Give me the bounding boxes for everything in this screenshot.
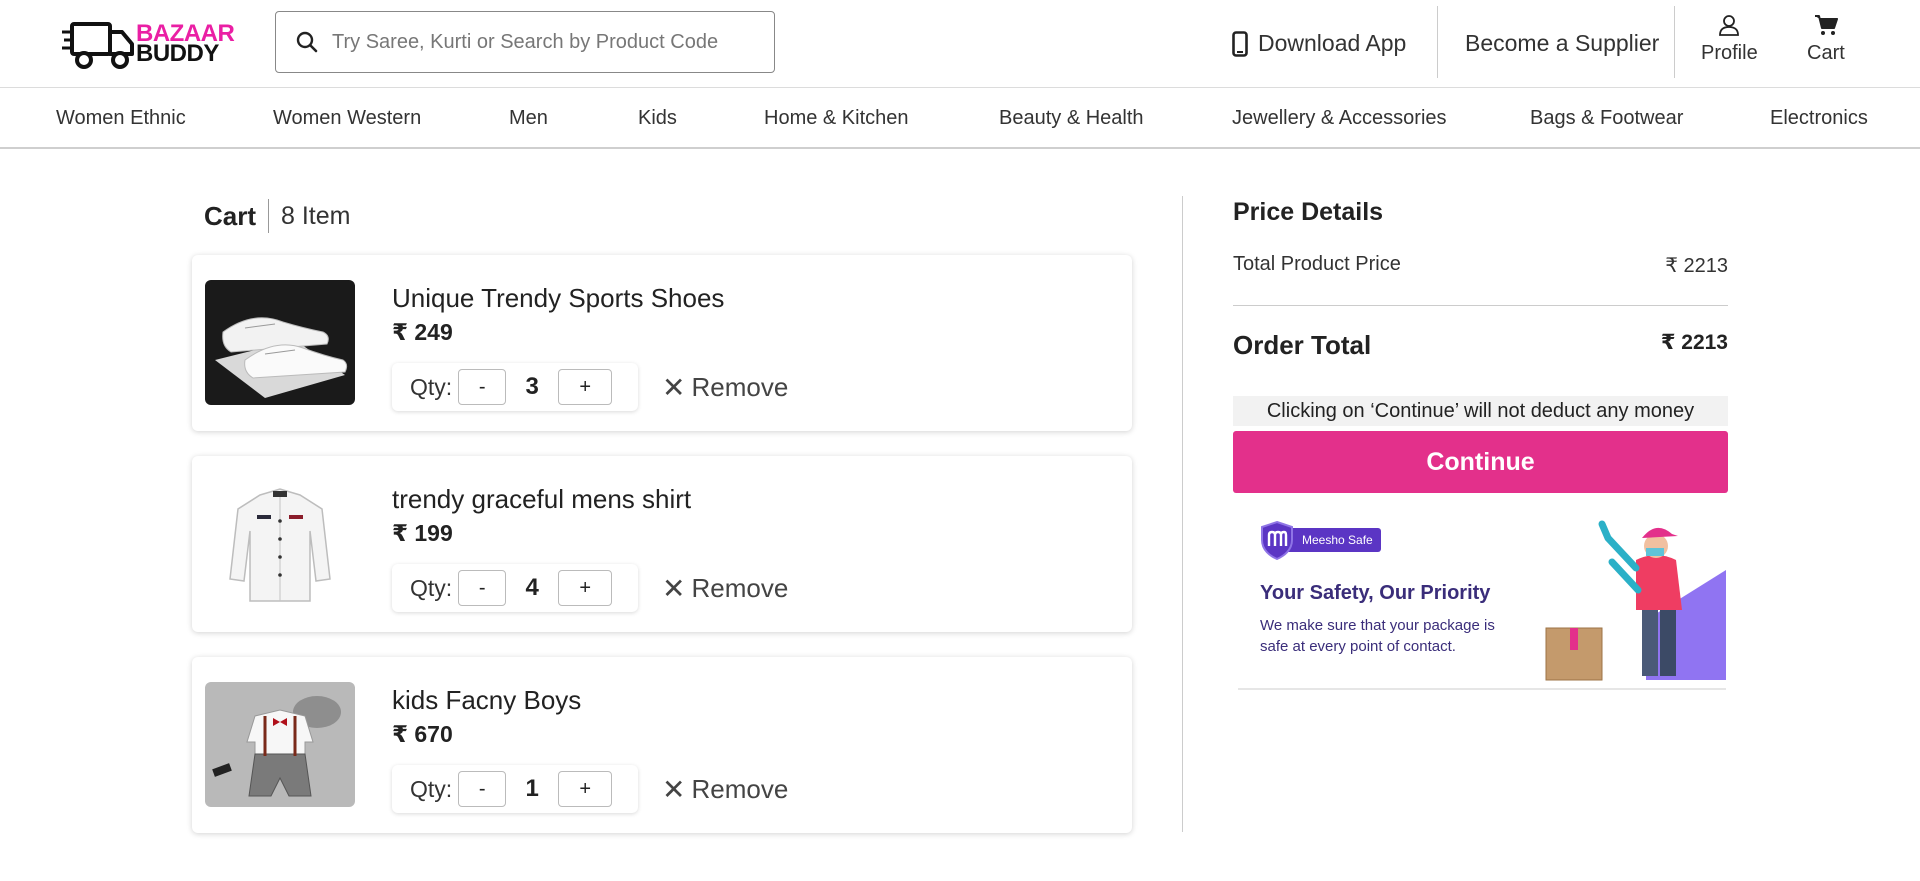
qty-label: Qty:	[410, 775, 453, 802]
category-kids[interactable]: Kids	[638, 88, 677, 149]
search-input[interactable]	[332, 30, 752, 54]
product-image-kids-outfit[interactable]	[205, 682, 355, 807]
qty-decrease-button[interactable]: -	[458, 570, 507, 606]
continue-button[interactable]: Continue	[1233, 431, 1728, 493]
download-app-link[interactable]: Download App	[1232, 0, 1406, 87]
qty-decrease-button[interactable]: -	[458, 369, 507, 405]
qty-increase-button[interactable]: +	[558, 570, 613, 606]
qty-decrease-button[interactable]: -	[458, 771, 507, 807]
category-nav: Women Ethnic Women Western Men Kids Home…	[0, 88, 1920, 149]
product-name: trendy graceful mens shirt	[392, 484, 692, 514]
remove-item-button[interactable]: ✕ Remove	[662, 363, 788, 411]
remove-label: Remove	[691, 371, 789, 402]
product-image-shirt[interactable]	[205, 481, 355, 606]
header-divider	[1674, 6, 1675, 78]
price-divider	[1233, 305, 1728, 306]
delivery-person-illustration	[1545, 520, 1726, 681]
remove-item-button[interactable]: ✕ Remove	[662, 765, 788, 813]
product-price: ₹ 249	[392, 319, 453, 345]
remove-label: Remove	[691, 572, 789, 603]
safety-text: We make sure that your package is safe a…	[1260, 617, 1495, 655]
quantity-stepper: Qty: - 3 +	[392, 363, 638, 411]
order-total-row: Order Total ₹ 2213	[1233, 330, 1728, 361]
cart-title: Cart	[204, 200, 257, 231]
profile-link[interactable]: Profile	[1701, 14, 1758, 65]
shopping-cart-icon	[1814, 15, 1838, 35]
qty-increase-button[interactable]: +	[558, 369, 613, 405]
quantity-stepper: Qty: - 4 +	[392, 564, 638, 612]
category-women-ethnic[interactable]: Women Ethnic	[56, 88, 186, 149]
category-beauty-health[interactable]: Beauty & Health	[999, 88, 1144, 149]
delivery-truck-icon	[62, 22, 134, 69]
order-total-label: Order Total	[1233, 330, 1372, 360]
remove-label: Remove	[691, 773, 789, 804]
safety-title: Your Safety, Our Priority	[1260, 582, 1491, 604]
cart-label: Cart	[1807, 42, 1845, 64]
order-total-value: ₹ 2213	[1660, 331, 1728, 354]
category-women-western[interactable]: Women Western	[273, 88, 421, 149]
close-icon: ✕	[662, 572, 686, 604]
site-logo[interactable]: BAZAAR BUDDY	[62, 18, 238, 74]
total-product-price-row: Total Product Price ₹ 2213	[1233, 253, 1728, 278]
become-supplier-link[interactable]: Become a Supplier	[1465, 0, 1659, 87]
product-name: Unique Trendy Sports Shoes	[392, 283, 725, 313]
category-home-kitchen[interactable]: Home & Kitchen	[764, 88, 909, 149]
safe-badge: Meesho Safe	[1260, 520, 1381, 560]
search-bar[interactable]	[275, 11, 775, 73]
header-divider	[1437, 6, 1438, 78]
user-icon	[1719, 15, 1740, 36]
qty-value: 1	[525, 775, 539, 802]
product-price: ₹ 670	[392, 721, 453, 747]
remove-item-button[interactable]: ✕ Remove	[662, 564, 788, 612]
qty-label: Qty:	[410, 574, 453, 601]
content-divider	[1182, 196, 1183, 832]
category-men[interactable]: Men	[509, 88, 548, 149]
mobile-phone-icon	[1232, 30, 1248, 57]
search-icon	[296, 31, 318, 53]
continue-note: Clicking on ‘Continue’ will not deduct a…	[1233, 396, 1728, 426]
qty-value: 4	[525, 574, 539, 601]
price-details-title: Price Details	[1233, 198, 1384, 226]
logo-text-buddy: BUDDY	[136, 40, 219, 67]
cart-item: Unique Trendy Sports Shoes ₹ 249 Qty: - …	[192, 255, 1132, 431]
become-supplier-label: Become a Supplier	[1465, 30, 1660, 56]
product-price: ₹ 199	[392, 520, 453, 546]
product-name: kids Facny Boys	[392, 685, 582, 715]
qty-label: Qty:	[410, 373, 453, 400]
cart-link[interactable]: Cart	[1807, 14, 1845, 65]
cart-title-divider	[268, 199, 270, 233]
close-icon: ✕	[662, 773, 686, 805]
download-app-label: Download App	[1258, 30, 1407, 56]
product-image-shoes[interactable]	[205, 280, 355, 405]
total-product-price-value: ₹ 2213	[1665, 255, 1728, 277]
cart-item: kids Facny Boys ₹ 670 Qty: - 1 + ✕ Remov…	[192, 657, 1132, 833]
top-header: BAZAAR BUDDY Download App Become a Suppl…	[0, 0, 1920, 88]
category-electronics[interactable]: Electronics	[1770, 88, 1868, 149]
total-product-price-label: Total Product Price	[1233, 253, 1401, 275]
cart-item: trendy graceful mens shirt ₹ 199 Qty: - …	[192, 456, 1132, 632]
close-icon: ✕	[662, 371, 686, 403]
cart-item-count: 8 Item	[281, 201, 351, 230]
shield-icon	[1261, 520, 1293, 560]
qty-increase-button[interactable]: +	[558, 771, 613, 807]
qty-value: 3	[525, 373, 539, 400]
cart-heading: Cart 8 Item	[204, 198, 351, 234]
category-jewellery-accessories[interactable]: Jewellery & Accessories	[1232, 88, 1447, 149]
quantity-stepper: Qty: - 1 +	[392, 765, 638, 813]
profile-label: Profile	[1701, 42, 1758, 64]
category-bags-footwear[interactable]: Bags & Footwear	[1530, 88, 1683, 149]
safety-banner: Meesho Safe Your Safety, Our Priority We…	[1238, 510, 1726, 690]
